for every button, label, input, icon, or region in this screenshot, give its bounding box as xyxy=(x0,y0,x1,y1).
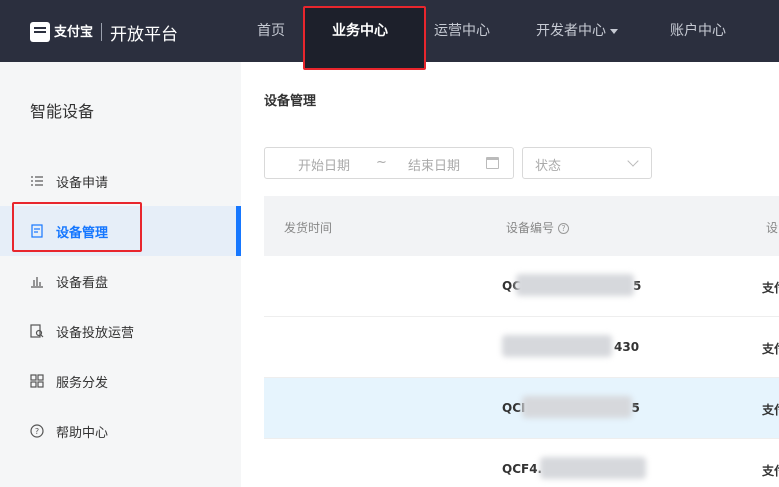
redacted-blur xyxy=(540,457,646,479)
device-id-prefix: QCF4. xyxy=(502,462,543,476)
list-icon xyxy=(31,176,43,186)
table-row[interactable]: 430 支付 xyxy=(264,317,779,378)
nav-business-center[interactable]: 业务中心 xyxy=(332,0,388,62)
column-header-ship-time: 发货时间 xyxy=(284,221,333,235)
sidebar-item-device-operations[interactable]: 设备投放运营 xyxy=(0,306,241,356)
top-nav: 支付宝 开放平台 首页 业务中心 运营中心 开发者中心 账户中心 xyxy=(0,0,779,70)
nav-home[interactable]: 首页 xyxy=(257,0,285,62)
alipay-logo-icon xyxy=(30,22,50,42)
document-search-icon xyxy=(30,324,44,338)
sidebar-item-label: 服务分发 xyxy=(56,375,109,391)
caret-down-icon xyxy=(610,28,618,34)
grid-icon xyxy=(30,374,44,388)
table-row[interactable]: QCF4. 支付 xyxy=(264,439,779,487)
alipay-logo[interactable]: 支付宝 开放平台 xyxy=(30,18,178,46)
table-row-selected[interactable]: QCI5 支付 xyxy=(264,378,779,439)
sidebar-active-highlight xyxy=(12,202,142,252)
column-header-truncated: 设 xyxy=(766,221,779,235)
nav-developer-center[interactable]: 开发者中心 xyxy=(536,0,618,62)
logo-divider xyxy=(101,23,103,41)
nav-account-center[interactable]: 账户中心 xyxy=(670,0,726,62)
sidebar-item-device-dashboard[interactable]: 设备看盘 xyxy=(0,256,241,306)
sidebar-item-label: 设备看盘 xyxy=(56,275,109,291)
bar-chart-icon xyxy=(31,277,43,288)
table-row[interactable]: QC5 支付 xyxy=(264,256,779,317)
device-id-suffix: 5 xyxy=(631,401,640,415)
method-cell: 支付 xyxy=(762,403,779,417)
platform-title: 开放平台 xyxy=(110,24,179,45)
sidebar-item-help-center[interactable]: ? 帮助中心 xyxy=(0,406,241,456)
device-id-suffix: 5 xyxy=(633,279,642,293)
redacted-blur xyxy=(502,335,612,357)
help-circle-icon: ? xyxy=(30,424,44,438)
svg-text:?: ? xyxy=(35,427,39,436)
calendar-icon xyxy=(486,157,499,169)
method-cell: 支付 xyxy=(762,281,779,295)
device-id-cell: QCF4. xyxy=(502,462,542,476)
method-cell: 支付 xyxy=(762,342,779,356)
status-placeholder: 状态 xyxy=(535,159,562,174)
page-title: 设备管理 xyxy=(264,94,317,109)
logo-text: 支付宝 xyxy=(54,24,94,40)
sidebar-item-device-apply[interactable]: 设备申请 xyxy=(0,156,241,206)
method-cell: 支付 xyxy=(762,464,779,478)
date-separator: ~ xyxy=(376,155,387,170)
active-indicator xyxy=(236,206,241,256)
sidebar-item-label: 设备申请 xyxy=(56,175,109,191)
column-header-device-id: 设备编号? xyxy=(506,219,570,236)
sidebar-title: 智能设备 xyxy=(30,102,95,121)
sidebar-item-service-distribution[interactable]: 服务分发 xyxy=(0,356,241,406)
sidebar-item-label: 帮助中心 xyxy=(56,425,109,441)
start-date-input[interactable]: 开始日期 xyxy=(298,155,350,174)
device-id-suffix: 430 xyxy=(614,340,640,354)
sidebar-item-label: 设备投放运营 xyxy=(56,325,135,341)
redacted-blur xyxy=(516,274,634,296)
redacted-blur xyxy=(522,396,632,418)
nav-operations-center[interactable]: 运营中心 xyxy=(434,0,490,62)
chevron-down-icon xyxy=(627,155,639,167)
end-date-input[interactable]: 结束日期 xyxy=(408,155,460,174)
table-header: 发货时间 设备编号? 设 xyxy=(264,196,779,256)
sidebar: 智能设备 设备申请 设备管理 设备看盘 设备投放运营 服务分发 ? 帮助中心 xyxy=(0,62,241,487)
status-select[interactable]: 状态 xyxy=(522,147,652,179)
column-header-label: 设备编号 xyxy=(506,221,555,235)
help-icon[interactable]: ? xyxy=(558,223,570,234)
nav-developer-center-label: 开发者中心 xyxy=(536,23,606,39)
date-range-picker[interactable]: 开始日期 ~ 结束日期 xyxy=(264,147,514,179)
